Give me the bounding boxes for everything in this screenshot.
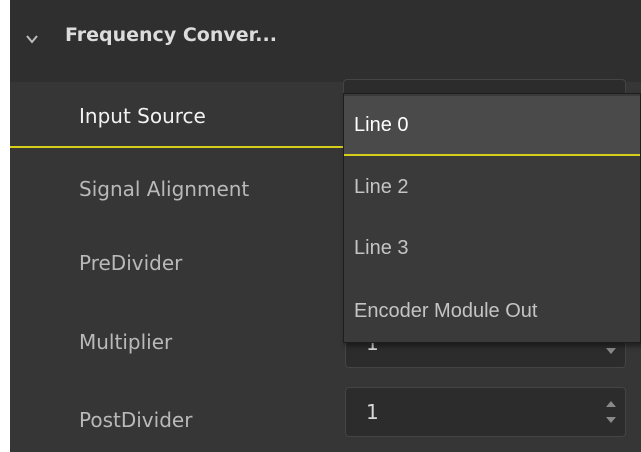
dropdown-option-line-0[interactable]: Line 0: [344, 96, 640, 154]
input-source-dropdown-list: Line 0 Line 2 Line 3 Encoder Module Out: [343, 93, 641, 343]
property-label-signal-alignment: Signal Alignment: [79, 177, 250, 201]
dropdown-option-line-2[interactable]: Line 2: [344, 158, 640, 216]
chevron-down-icon[interactable]: [25, 32, 39, 46]
postdivider-spinbox[interactable]: 1: [345, 387, 626, 437]
spin-up-icon[interactable]: [605, 400, 617, 408]
group-header[interactable]: Frequency Conver...: [10, 0, 641, 82]
property-label-postdivider: PostDivider: [79, 408, 193, 432]
property-label-predivider: PreDivider: [79, 251, 183, 275]
property-panel: Frequency Conver... Input Source Signal …: [10, 0, 641, 452]
selected-row-underline: [10, 146, 345, 148]
group-title: Frequency Conver...: [65, 24, 277, 46]
dropdown-option-line-3[interactable]: Line 3: [344, 219, 640, 277]
property-label-input-source: Input Source: [79, 104, 206, 128]
postdivider-value: 1: [366, 400, 379, 424]
selected-option-underline: [344, 154, 640, 156]
spin-down-icon[interactable]: [605, 347, 617, 355]
spin-down-icon[interactable]: [605, 416, 617, 424]
property-label-multiplier: Multiplier: [79, 330, 173, 354]
dropdown-option-encoder-module-out[interactable]: Encoder Module Out: [344, 282, 640, 340]
